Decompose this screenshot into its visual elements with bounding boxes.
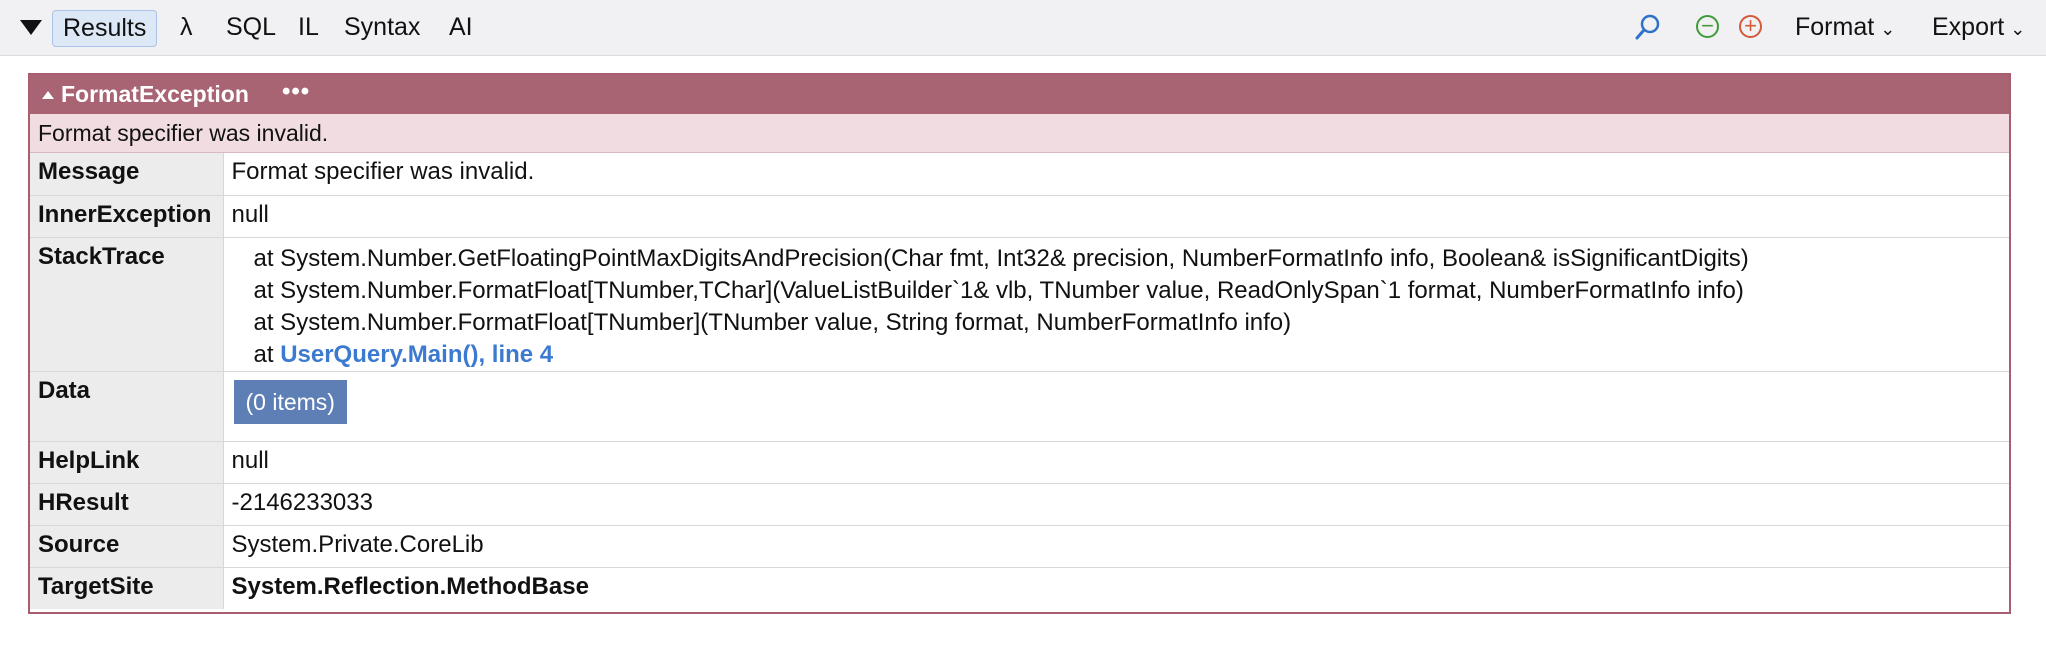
source-line-link[interactable]: UserQuery.Main(), line 4 [280,341,553,368]
stack-frame: at System.Number.FormatFloat[TNumber](TN… [253,308,1292,336]
stack-frame: at UserQuery.Main(), line 4 [232,339,2010,371]
collapse-up-icon[interactable] [42,91,54,99]
property-key: Source [30,525,224,568]
property-key: Data [30,371,224,442]
chevron-down-icon: ⌄ [2010,19,2026,39]
exception-header[interactable]: FormatException ••• [30,75,2009,114]
toolbar: Results λ SQL IL Syntax AI − + Format ⌄ E… [0,0,2046,56]
tab-results[interactable]: Results [52,10,158,47]
export-label: Export [1932,13,2005,41]
property-value: Format specifier was invalid. [223,153,2009,196]
properties-table: Message Format specifier was invalid. In… [30,153,2009,609]
tab-il[interactable]: IL [298,0,319,55]
tab-syntax[interactable]: Syntax [344,0,420,55]
exception-summary: Format specifier was invalid. [30,114,2009,153]
property-value: -2146233033 [223,483,2009,526]
table-row: StackTrace at System.Number.GetFloatingP… [30,237,2010,372]
targetsite-link[interactable]: System.Reflection.MethodBase [223,567,2009,609]
property-key: Message [30,153,224,196]
format-menu[interactable]: Format ⌄ [1795,0,1895,55]
property-key: InnerException [30,195,224,238]
table-row: TargetSite System.Reflection.MethodBase [30,567,2009,609]
table-row: HResult -2146233033 [30,483,2009,526]
property-key: HResult [30,483,224,526]
chevron-down-icon: ⌄ [1880,19,1896,39]
stack-frame: at System.Number.GetFloatingPointMaxDigi… [253,244,1749,272]
more-options-icon[interactable]: ••• [282,72,310,111]
tab-lambda[interactable]: λ [180,0,193,55]
exception-type: FormatException [61,81,249,107]
property-key: HelpLink [30,441,224,484]
stack-frame-prefix: at [253,340,274,368]
data-items-button[interactable]: (0 items) [233,379,347,424]
property-key: StackTrace [30,237,224,372]
collapse-triangle-icon[interactable] [20,20,42,35]
table-row: HelpLink null [30,441,2009,484]
property-key: TargetSite [30,567,224,609]
null-value: null [223,195,2009,238]
zoom-out-icon[interactable]: − [1696,15,1719,38]
table-row: InnerException null [30,195,2009,238]
tab-ai[interactable]: AI [449,0,473,55]
stacktrace-value: at System.Number.GetFloatingPointMaxDigi… [223,237,2010,372]
stack-frame: at System.Number.FormatFloat[TNumber,TCh… [253,276,1744,304]
table-row: Message Format specifier was invalid. [30,153,2009,196]
zoom-in-icon[interactable]: + [1739,15,1762,38]
format-label: Format [1795,13,1875,41]
null-value: null [223,441,2009,484]
export-menu[interactable]: Export ⌄ [1932,0,2025,55]
exception-panel: FormatException ••• Format specifier was… [28,73,2011,614]
table-row: Data (0 items) [30,371,2009,442]
property-value: System.Private.CoreLib [223,525,2009,568]
tab-sql[interactable]: SQL [226,0,276,55]
property-value: (0 items) [223,371,2009,442]
table-row: Source System.Private.CoreLib [30,525,2009,568]
search-icon[interactable] [1634,13,1662,41]
